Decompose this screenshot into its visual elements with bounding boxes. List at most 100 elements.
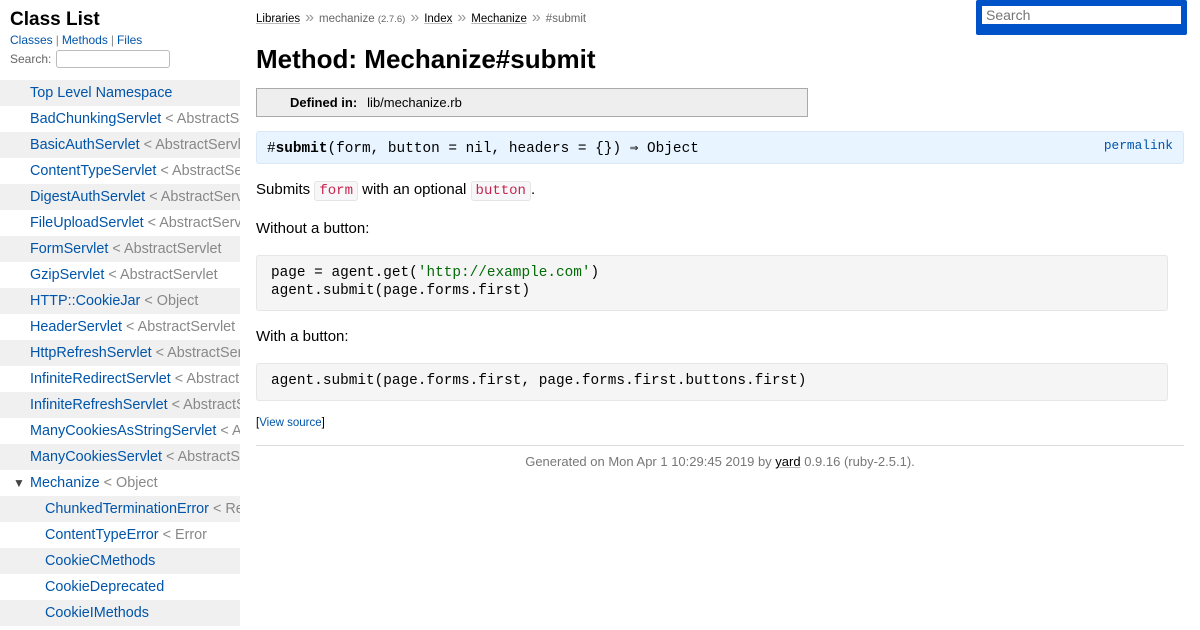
breadcrumb-libraries[interactable]: Libraries (256, 13, 300, 25)
class-link[interactable]: FormServlet (30, 241, 108, 257)
footer: Generated on Mon Apr 1 10:29:45 2019 by … (256, 454, 1184, 469)
nav-files-link[interactable]: Files (117, 33, 142, 47)
class-link[interactable]: ManyCookiesServlet (30, 449, 162, 465)
class-link[interactable]: Top Level Namespace (30, 85, 172, 101)
method-signature: #submit(form, button = nil, headers = {}… (256, 131, 1184, 164)
class-list-item[interactable]: InfiniteRefreshServlet < AbstractServlet (0, 392, 240, 418)
class-link[interactable]: CookieCMethods (45, 553, 155, 569)
superclass-label: < AbstractServlet (147, 215, 240, 231)
class-list-item[interactable]: Top Level Namespace (0, 80, 240, 106)
sidebar-title: Class List (10, 9, 100, 30)
nav-classes-link[interactable]: Classes (10, 33, 53, 47)
class-link[interactable]: GzipServlet (30, 267, 104, 283)
breadcrumb-separator: » (410, 9, 420, 26)
yard-link[interactable]: yard (775, 454, 800, 469)
code-string: 'http://example.com' (417, 265, 591, 281)
class-link[interactable]: ContentTypeServlet (30, 163, 156, 179)
breadcrumb-library: mechanize (319, 13, 375, 25)
breadcrumb: Libraries » mechanize (2.7.6) » Index » Mechan… (256, 9, 586, 27)
footer-divider (256, 445, 1184, 446)
sidebar-search-input[interactable] (56, 50, 171, 68)
code-text: page = agent.get( (271, 265, 418, 281)
view-source-link[interactable]: View source (259, 417, 321, 429)
breadcrumb-separator: » (457, 9, 467, 26)
sidebar-header: Class List Classes | Methods | Files Search: (0, 0, 240, 80)
signature-prefix: # (267, 141, 276, 157)
class-link[interactable]: HeaderServlet (30, 319, 122, 335)
permalink-link[interactable]: permalink (1104, 138, 1173, 153)
class-list-item[interactable]: ManyCookiesServlet < AbstractServlet (0, 444, 240, 470)
superclass-label: < AbstractServlet (108, 267, 218, 283)
class-list-item[interactable]: ContentTypeServlet < AbstractServlet (0, 158, 240, 184)
superclass-label: < AbstractServlet (171, 397, 240, 413)
class-link[interactable]: InfiniteRedirectServlet (30, 371, 171, 387)
sidebar-search-label: Search: (10, 52, 52, 66)
nav-methods-link[interactable]: Methods (62, 33, 108, 47)
class-list-item[interactable]: HeaderServlet < AbstractServlet (0, 314, 240, 340)
class-list-item[interactable]: GzipServlet < AbstractServlet (0, 262, 240, 288)
inline-code-form: form (314, 181, 358, 201)
search-box (976, 0, 1187, 35)
class-link[interactable]: CookieIMethods (45, 605, 149, 621)
class-list-item[interactable]: CookieDeprecated (0, 574, 240, 600)
sidebar-nav: Classes | Methods | Files (10, 33, 142, 47)
class-list-item[interactable]: CookieCMethods (0, 548, 240, 574)
class-list-item[interactable]: ChunkedTerminationError < ResponseReadEr… (0, 496, 240, 522)
class-list-item[interactable]: FormServlet < AbstractServlet (0, 236, 240, 262)
with-button-label: With a button: (256, 328, 349, 345)
nav-separator: | (110, 33, 114, 47)
desc-text-pre: Submits (256, 181, 315, 198)
class-link[interactable]: CookieDeprecated (45, 579, 164, 595)
class-link[interactable]: ChunkedTerminationError (45, 501, 209, 517)
code-text: ) (590, 265, 600, 281)
code-example-with-button: agent.submit(page.forms.first, page.form… (256, 363, 1168, 401)
class-link[interactable]: InfiniteRefreshServlet (30, 397, 168, 413)
class-list-item[interactable]: HTTP::CookieJar < Object (0, 288, 240, 314)
superclass-label: < AbstractServlet (165, 111, 240, 127)
code-example-without-button: page = agent.get('http://example.com') a… (256, 255, 1168, 311)
superclass-label: < AbstractServlet (149, 189, 240, 205)
class-link[interactable]: DigestAuthServlet (30, 189, 145, 205)
superclass-label: < Error (162, 527, 207, 543)
superclass-label: < AbstractServlet (220, 423, 240, 439)
search-input[interactable] (982, 6, 1181, 24)
class-link[interactable]: Mechanize (30, 475, 100, 491)
class-list-item[interactable]: ▼ Mechanize < Object (0, 470, 240, 496)
defined-in-value: lib/mechanize.rb (367, 95, 462, 110)
breadcrumb-separator: » (531, 9, 541, 26)
class-link[interactable]: ContentTypeError (45, 527, 159, 543)
expand-toggle-icon[interactable]: ▼ (13, 470, 25, 496)
breadcrumb-mechanize[interactable]: Mechanize (471, 13, 527, 25)
class-link[interactable]: BadChunkingServlet (30, 111, 161, 127)
class-list-item[interactable]: BasicAuthServlet < AbstractServlet (0, 132, 240, 158)
superclass-label: < AbstractServlet (165, 449, 240, 465)
code-line: agent.submit(page.forms.first, page.form… (271, 373, 807, 389)
class-link[interactable]: ManyCookiesAsStringServlet (30, 423, 216, 439)
breadcrumb-index[interactable]: Index (424, 13, 452, 25)
defined-in-label: Defined in: (290, 95, 358, 110)
class-list: Top Level Namespace BadChunkingServlet < … (0, 80, 240, 626)
class-list-item[interactable]: InfiniteRedirectServlet < AbstractServle… (0, 366, 240, 392)
signature-name: submit (275, 141, 328, 157)
code-line: page = agent.get('http://example.com') (271, 265, 599, 281)
class-list-item[interactable]: BadChunkingServlet < AbstractServlet (0, 106, 240, 132)
class-list-item[interactable]: FileUploadServlet < AbstractServlet (0, 210, 240, 236)
breadcrumb-separator: » (305, 9, 315, 26)
sidebar-search: Search: (10, 50, 171, 68)
class-link[interactable]: HTTP::CookieJar (30, 293, 140, 309)
code-line: agent.submit(page.forms.first) (271, 283, 531, 299)
breadcrumb-current: #submit (545, 13, 587, 25)
defined-in-box: Defined in: lib/mechanize.rb (256, 88, 808, 117)
class-list-item[interactable]: ManyCookiesAsStringServlet < AbstractSer… (0, 418, 240, 444)
superclass-label: < AbstractServlet (155, 345, 240, 361)
class-link[interactable]: BasicAuthServlet (30, 137, 140, 153)
class-link[interactable]: HttpRefreshServlet (30, 345, 152, 361)
class-list-item[interactable]: HttpRefreshServlet < AbstractServlet (0, 340, 240, 366)
class-list-item[interactable]: ContentTypeError < Error (0, 522, 240, 548)
class-list-item[interactable]: DigestAuthServlet < AbstractServlet (0, 184, 240, 210)
superclass-label: < Object (144, 293, 199, 309)
superclass-label: < Object (103, 475, 158, 491)
desc-text-mid: with an optional (357, 181, 471, 198)
class-link[interactable]: FileUploadServlet (30, 215, 144, 231)
class-list-item[interactable]: CookieIMethods (0, 600, 240, 626)
